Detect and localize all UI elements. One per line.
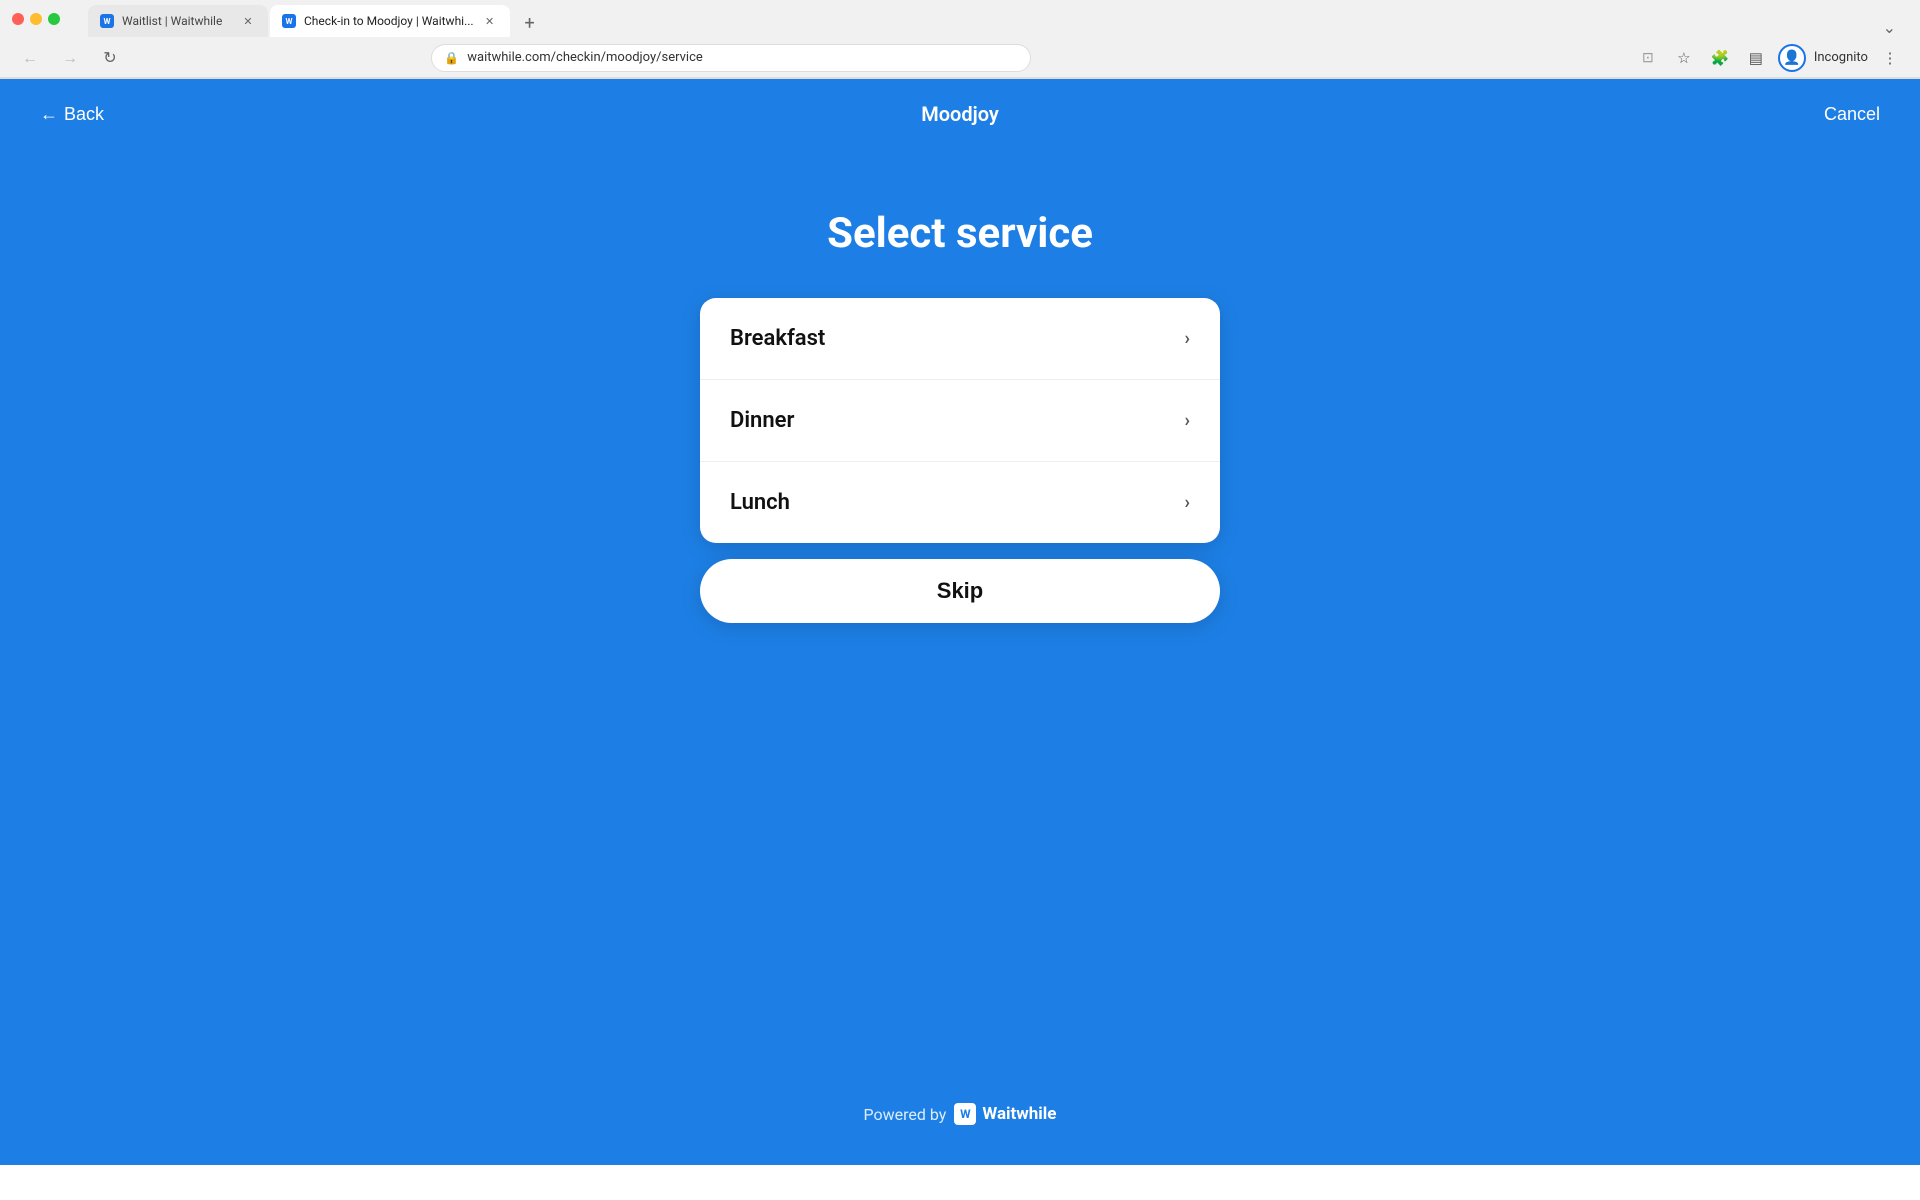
close-window-button[interactable] — [12, 13, 24, 25]
tab-close-1[interactable]: ✕ — [240, 13, 256, 29]
extension-icon[interactable]: 🧩 — [1706, 44, 1734, 72]
browser-chrome: W Waitlist | Waitwhile ✕ W Check-in to M… — [0, 0, 1920, 79]
menu-button[interactable]: ⋮ — [1876, 44, 1904, 72]
maximize-window-button[interactable] — [48, 13, 60, 25]
main-area: Select service Breakfast › Dinner › Lunc… — [0, 149, 1920, 1165]
service-item-breakfast[interactable]: Breakfast › — [700, 298, 1220, 380]
tab-close-2[interactable]: ✕ — [482, 13, 498, 29]
powered-by-text: Powered by — [864, 1105, 947, 1124]
waitwhile-icon: W — [954, 1103, 976, 1125]
tab-favicon-1: W — [100, 14, 114, 28]
browser-tab-2[interactable]: W Check-in to Moodjoy | Waitwhi... ✕ — [270, 5, 510, 37]
skip-button[interactable]: Skip — [700, 559, 1220, 623]
back-navigation-button[interactable]: ← — [16, 44, 44, 72]
brand-name: Moodjoy — [921, 102, 999, 126]
forward-navigation-button[interactable]: → — [56, 44, 84, 72]
tab-title-2: Check-in to Moodjoy | Waitwhi... — [304, 14, 474, 28]
minimize-window-button[interactable] — [30, 13, 42, 25]
toolbar-right: ⊡ ☆ 🧩 ▤ 👤 Incognito ⋮ — [1634, 44, 1904, 72]
back-label: Back — [64, 104, 104, 125]
back-arrow-icon: ← — [40, 104, 58, 125]
traffic-lights — [12, 13, 60, 25]
profile-button[interactable]: 👤 — [1778, 44, 1806, 72]
chevron-right-icon-lunch: › — [1185, 492, 1190, 513]
top-navigation: ← Back Moodjoy Cancel — [0, 79, 1920, 149]
chevron-right-icon-dinner: › — [1185, 410, 1190, 431]
tab-title-1: Waitlist | Waitwhile — [122, 14, 232, 28]
page-title: Select service — [827, 209, 1093, 258]
service-name-lunch: Lunch — [730, 490, 790, 515]
browser-tab-1[interactable]: W Waitlist | Waitwhile ✕ — [88, 5, 268, 37]
bookmark-star-icon[interactable]: ☆ — [1670, 44, 1698, 72]
reload-button[interactable]: ↻ — [96, 44, 124, 72]
new-tab-button[interactable]: + — [516, 9, 544, 37]
cancel-button[interactable]: Cancel — [1824, 104, 1880, 125]
lock-icon: 🔒 — [444, 51, 459, 65]
service-name-breakfast: Breakfast — [730, 326, 825, 351]
waitwhile-brand-text: Waitwhile — [982, 1104, 1056, 1124]
tabs-bar: W Waitlist | Waitwhile ✕ W Check-in to M… — [76, 1, 1908, 37]
waitwhile-logo: W Waitwhile — [954, 1103, 1056, 1125]
service-name-dinner: Dinner — [730, 408, 794, 433]
chevron-right-icon-breakfast: › — [1185, 328, 1190, 349]
footer: Powered by W Waitwhile — [864, 1103, 1057, 1165]
address-bar: ← → ↻ 🔒 waitwhile.com/checkin/moodjoy/se… — [0, 38, 1920, 78]
tab-overflow-button[interactable]: ⌄ — [1883, 18, 1896, 37]
back-button[interactable]: ← Back — [40, 104, 104, 125]
title-bar: W Waitlist | Waitwhile ✕ W Check-in to M… — [0, 0, 1920, 38]
service-list: Breakfast › Dinner › Lunch › — [700, 298, 1220, 543]
page-content: ← Back Moodjoy Cancel Select service Bre… — [0, 79, 1920, 1165]
screen-cast-icon[interactable]: ⊡ — [1634, 44, 1662, 72]
tab-favicon-2: W — [282, 14, 296, 28]
sidebar-icon[interactable]: ▤ — [1742, 44, 1770, 72]
service-item-dinner[interactable]: Dinner › — [700, 380, 1220, 462]
address-text: waitwhile.com/checkin/moodjoy/service — [467, 50, 703, 65]
address-input[interactable]: 🔒 waitwhile.com/checkin/moodjoy/service — [431, 44, 1031, 72]
incognito-label: Incognito — [1814, 50, 1868, 65]
service-item-lunch[interactable]: Lunch › — [700, 462, 1220, 543]
